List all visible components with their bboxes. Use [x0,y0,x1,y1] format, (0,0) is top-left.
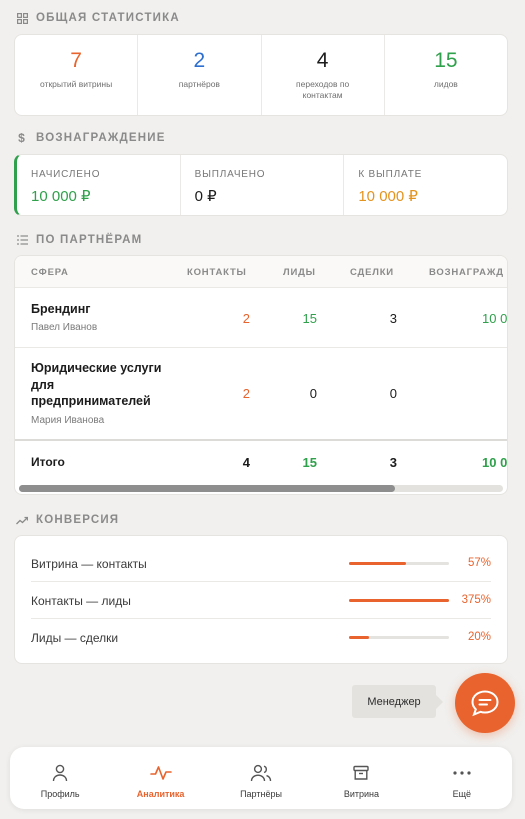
reward-value: 10 000 ₽ [31,188,91,205]
total-label: Итого [31,455,65,469]
col-leads[interactable]: Лиды [283,267,316,278]
stat-value: 7 [70,49,82,72]
partners-title-text: По партнёрам [36,234,143,246]
table-header: Сфера Контакты Лиды Сделки Вознагражд [15,256,507,288]
users-icon [250,763,272,783]
reward-to-pay: К выплате 10 000 ₽ [344,155,507,215]
col-deals[interactable]: Сделки [350,267,394,278]
stat-label: открытий витрины [40,79,113,89]
bottom-navigation: Профиль Аналитика Партнёры Витрина Ещё [10,747,512,809]
reward-value: 0 ₽ [194,188,217,205]
conversion-bar [349,636,449,639]
reward-label: Начислено [31,169,101,180]
more-icon [453,763,471,783]
col-reward[interactable]: Вознагражд [429,267,504,278]
conversion-row: Контакты — лиды 375% [31,582,491,619]
conversion-row: Лиды — сделки 20% [31,619,491,656]
partner-person: Мария Иванова [31,415,105,426]
reward-label: К выплате [358,169,423,180]
nav-label: Профиль [40,789,80,799]
nav-label: Ещё [452,789,472,799]
conversion-percent: 375% [461,594,491,606]
partner-name: Брендинг [31,302,91,316]
total-contacts: 4 [242,455,250,470]
reward-label: Выплачено [194,169,266,180]
conversion-card: Витрина — контакты 57% Контакты — лиды 3… [14,535,508,664]
conversion-bar [349,562,449,565]
table-row[interactable]: Юридические услуги для предпринимателей … [15,348,507,441]
total-reward: 10 0 [482,455,508,470]
reward-section-title: $ Вознаграждение [16,131,166,145]
nav-label: Партнёры [240,789,282,799]
conversion-label: Витрина — контакты [31,557,147,571]
conversion-percent: 57% [467,557,491,569]
nav-item-more[interactable]: Ещё [412,747,512,809]
stat-value: 2 [193,49,206,72]
stats-card: 7 открытий витрины 2 партнёров 4 переход… [14,34,508,116]
conversion-label: Контакты — лиды [31,594,131,608]
stat-showcase-opens: 7 открытий витрины [15,35,139,115]
scrollbar-thumb[interactable] [19,485,395,492]
cell-contacts: 2 [242,311,250,326]
conversion-percent: 20% [467,631,491,643]
conversion-section-title: Конверсия [16,514,119,526]
conversion-bar [349,599,449,602]
stat-label: лидов [433,79,458,89]
cell-leads: 15 [302,311,317,326]
conversion-bar-fill [349,636,369,639]
partners-section-title: По партнёрам [16,234,142,246]
nav-item-showcase[interactable]: Витрина [311,747,411,809]
user-icon [52,763,68,783]
stat-value: 15 [434,49,458,72]
cell-leads: 0 [309,386,317,401]
col-contacts[interactable]: Контакты [187,267,247,278]
nav-label: Аналитика [136,789,185,799]
dollar-icon: $ [18,131,26,145]
reward-paid: Выплачено 0 ₽ [181,155,345,215]
conversion-label: Лиды — сделки [31,631,119,645]
cell-deals: 0 [389,386,397,401]
stats-title-text: Общая статистика [36,12,180,24]
reward-accrued: Начислено 10 000 ₽ [17,155,181,215]
conversion-row: Витрина — контакты 57% [31,545,491,582]
nav-label: Витрина [343,789,379,799]
table-horizontal-scrollbar[interactable] [19,485,503,492]
stat-leads: 15 лидов [385,35,507,115]
stat-partners: 2 партнёров [138,35,262,115]
stat-value: 4 [316,49,329,72]
chat-bubble-icon [470,689,500,717]
stat-label: партнёров [178,79,220,89]
manager-chat-button[interactable] [455,673,515,733]
nav-item-partners[interactable]: Партнёры [211,747,311,809]
table-total-row: Итого 4 15 3 10 0 [15,441,507,483]
partner-person: Павел Иванов [31,322,98,333]
conversion-bar-fill [349,562,406,565]
nav-item-profile[interactable]: Профиль [10,747,110,809]
reward-title-text: Вознаграждение [36,132,166,144]
stat-contact-clicks: 4 переходов по контактам [262,35,385,115]
partners-table: Сфера Контакты Лиды Сделки Вознагражд Бр… [14,255,508,495]
partner-name: Юридические услуги для предпринимателей [31,361,162,408]
total-leads: 15 [302,455,317,470]
conversion-bar-fill [349,599,449,602]
cell-deals: 3 [389,311,397,326]
trending-up-icon [16,514,28,526]
total-deals: 3 [389,455,397,470]
cell-reward: 10 0 [482,311,508,326]
cell-contacts: 2 [242,386,250,401]
col-sphere[interactable]: Сфера [31,267,69,278]
storefront-icon [353,763,370,783]
conversion-title-text: Конверсия [36,514,120,526]
reward-card: Начислено 10 000 ₽ Выплачено 0 ₽ К выпла… [14,154,508,216]
table-row[interactable]: Брендинг Павел Иванов 2 15 3 10 0 [15,288,507,348]
stat-label: переходов по контактам [296,79,350,100]
stats-section-title: Общая статистика [16,12,180,24]
list-icon [16,234,28,246]
activity-icon [149,763,172,783]
nav-item-analytics[interactable]: Аналитика [110,747,210,809]
reward-value: 10 000 ₽ [358,188,418,205]
manager-tooltip[interactable]: Менеджер [352,685,443,718]
grid-icon [16,12,28,24]
